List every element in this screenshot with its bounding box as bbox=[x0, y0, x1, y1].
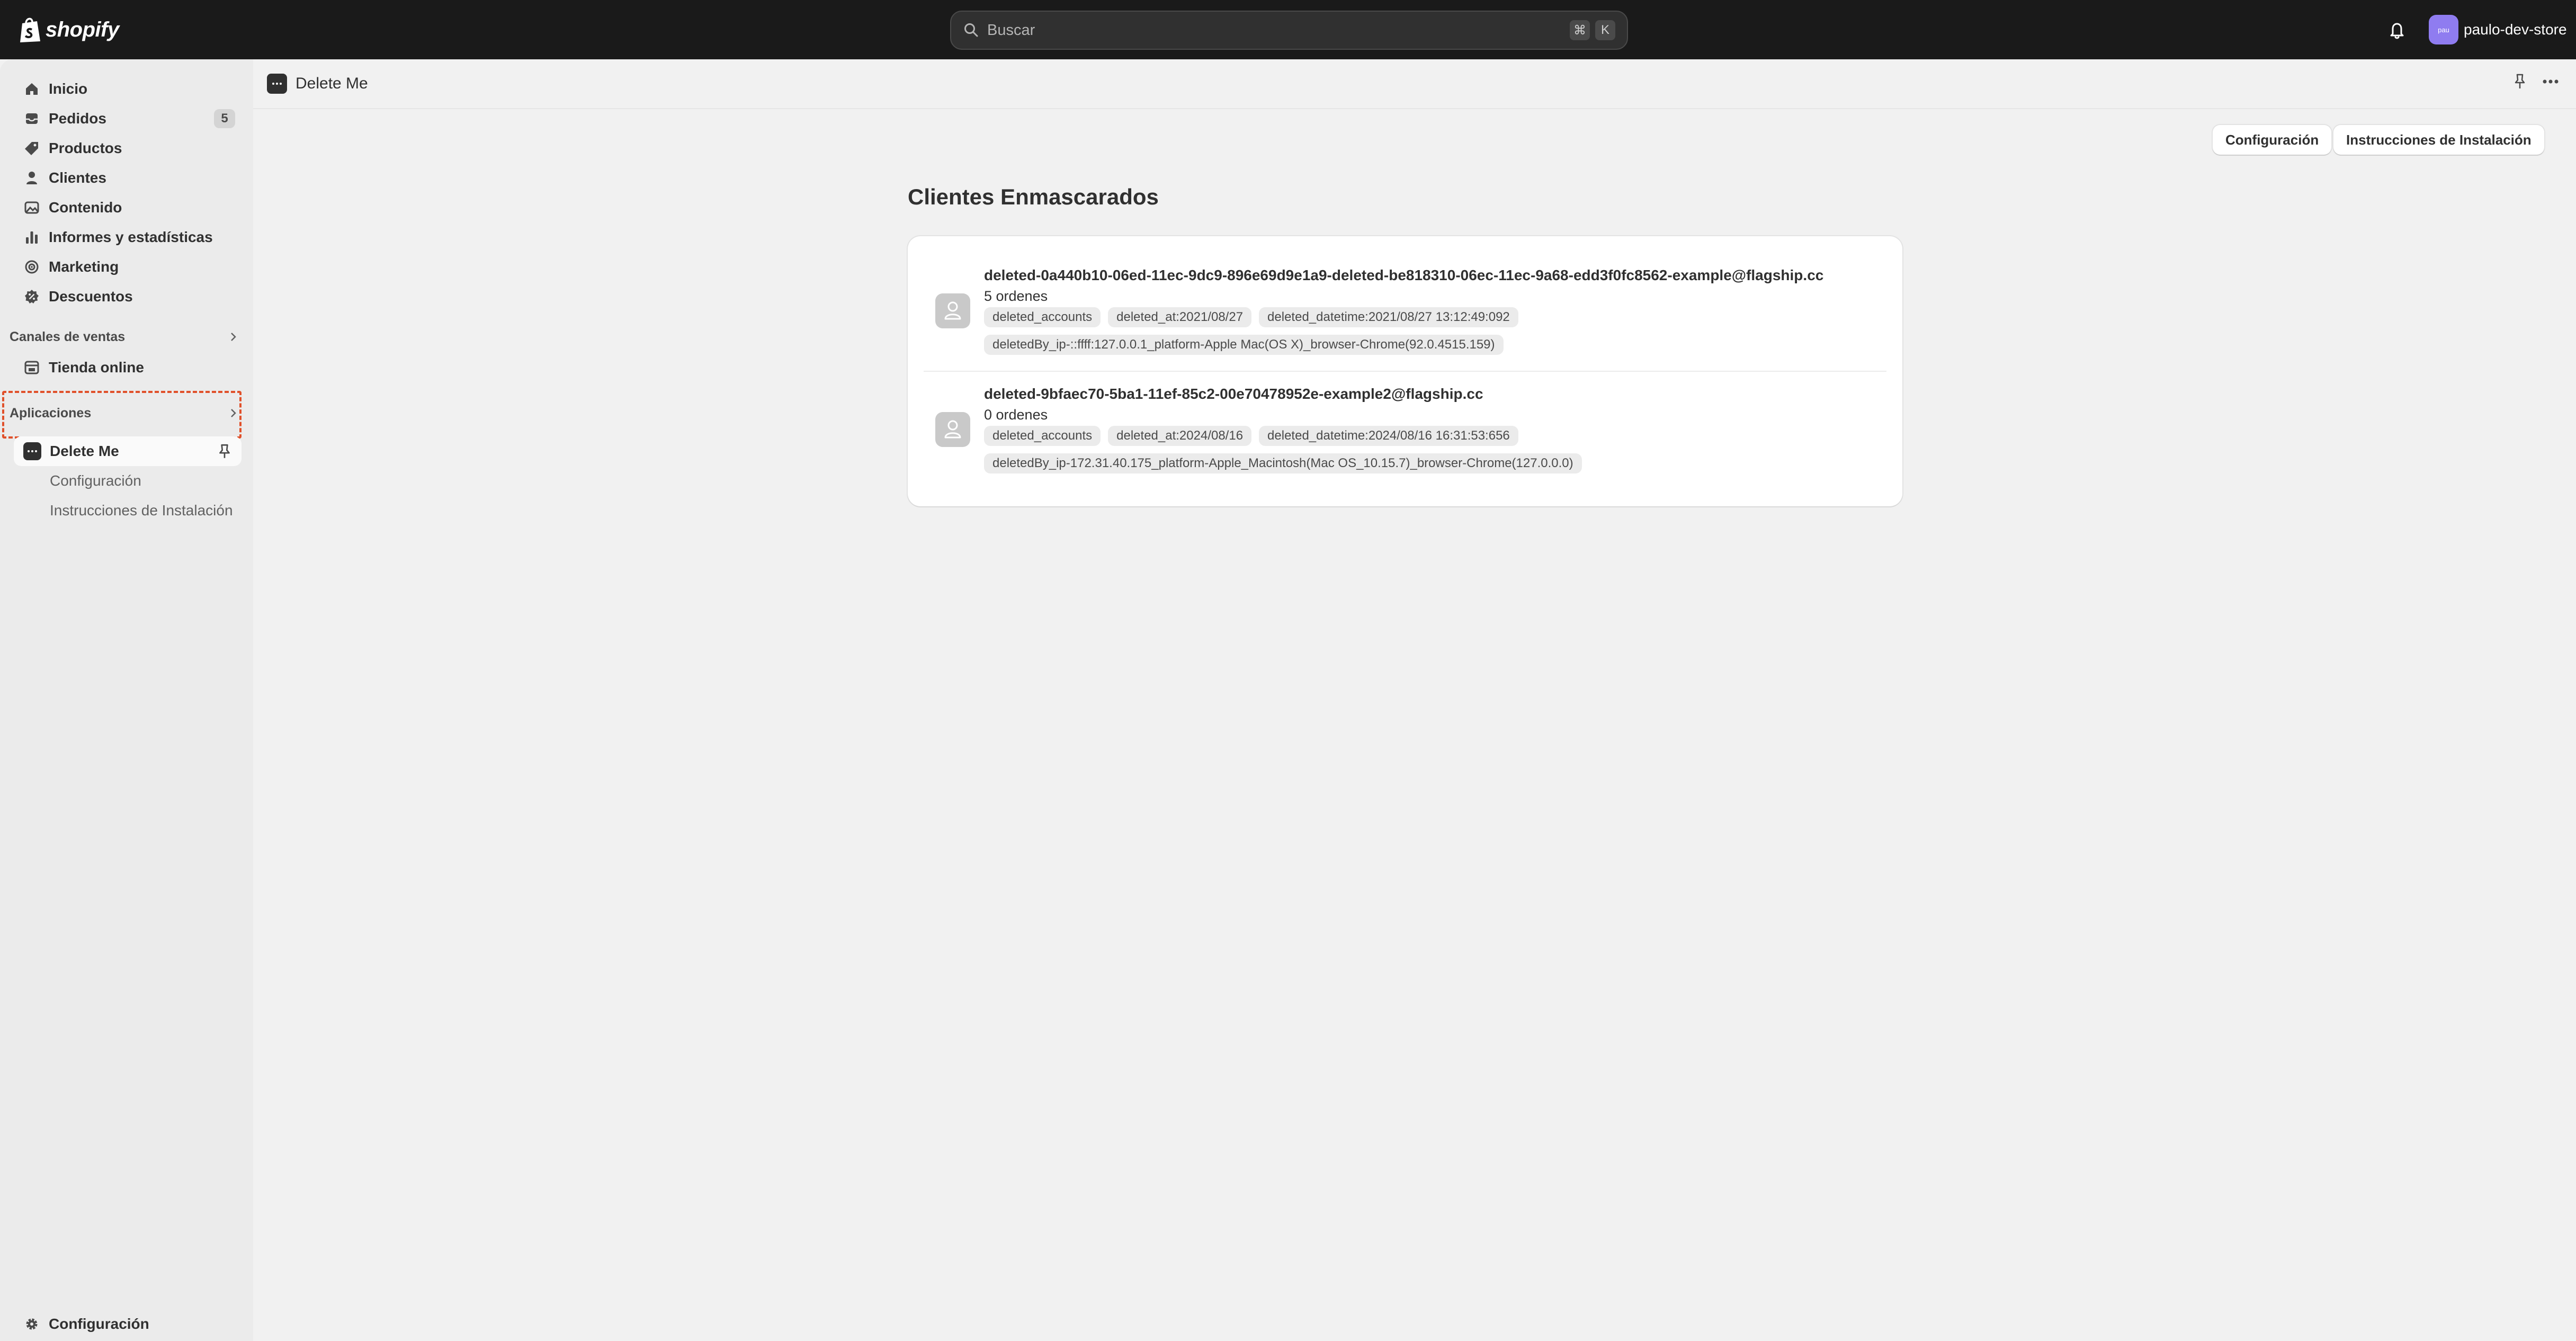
main-content: Delete Me Configuración Instrucciones de… bbox=[253, 59, 2576, 1341]
app-title: Delete Me bbox=[296, 75, 368, 92]
tag-row: deleted_accounts deleted_at:2021/08/27 d… bbox=[984, 307, 1518, 327]
person-outline-icon bbox=[944, 420, 961, 439]
header-divider bbox=[253, 108, 2576, 109]
chevron-right-icon bbox=[231, 409, 236, 417]
sidebar-subitem-configuracion[interactable]: Configuración bbox=[50, 466, 141, 496]
sidebar-item-label: Clientes bbox=[49, 169, 106, 186]
tag: deleted_at:2021/08/27 bbox=[1108, 307, 1252, 327]
shortcut-key-k: K bbox=[1595, 20, 1615, 40]
shopify-logo[interactable]: shopify bbox=[18, 15, 119, 44]
sidebar-item-label: Pedidos bbox=[49, 110, 106, 127]
sidebar-subitem-instrucciones[interactable]: Instrucciones de Instalación bbox=[50, 496, 233, 525]
chevron-right-icon bbox=[231, 333, 236, 341]
sidebar-item-informes[interactable]: Informes y estadísticas bbox=[14, 222, 241, 252]
product-tag-icon bbox=[25, 142, 38, 155]
sidebar-item-label: Productos bbox=[49, 140, 122, 156]
pin-icon[interactable] bbox=[2511, 72, 2528, 91]
sidebar-item-inicio[interactable]: Inicio bbox=[14, 74, 241, 104]
store-name: paulo-dev-store bbox=[2464, 21, 2567, 38]
more-horizontal-icon[interactable] bbox=[2540, 72, 2561, 91]
pin-icon[interactable] bbox=[216, 443, 233, 460]
shopify-bag-icon bbox=[20, 17, 40, 42]
admin-shell: Inicio Pedidos 5 Productos Clientes Cont… bbox=[0, 59, 2576, 1341]
sidebar-item-marketing[interactable]: Marketing bbox=[14, 252, 241, 282]
gear-icon bbox=[26, 1318, 38, 1330]
sidebar-item-clientes[interactable]: Clientes bbox=[14, 163, 241, 193]
sidebar-item-label: Configuración bbox=[49, 1316, 149, 1332]
person-icon bbox=[26, 172, 37, 184]
apps-heading[interactable]: Aplicaciones bbox=[10, 400, 243, 426]
store-menu[interactable]: pau paulo-dev-store bbox=[2429, 15, 2567, 44]
sidebar-item-configuracion[interactable]: Configuración bbox=[14, 1309, 241, 1339]
home-icon bbox=[26, 83, 38, 95]
search-input[interactable] bbox=[987, 14, 1564, 46]
sidebar-item-productos[interactable]: Productos bbox=[14, 133, 241, 163]
avatar bbox=[935, 293, 970, 328]
sidebar-item-label: Informes y estadísticas bbox=[49, 229, 213, 245]
app-dots-icon bbox=[267, 74, 287, 94]
tag-row: deletedBy_ip-172.31.40.175_platform-Appl… bbox=[984, 453, 1582, 473]
app-dots-icon bbox=[23, 442, 41, 460]
search-bar[interactable]: ⌘ K bbox=[950, 11, 1628, 50]
sidebar-item-label: Descuentos bbox=[49, 288, 133, 305]
sidebar-item-label: Inicio bbox=[49, 81, 88, 97]
search-icon bbox=[964, 23, 978, 37]
tag: deletedBy_ip-172.31.40.175_platform-Appl… bbox=[984, 453, 1582, 473]
top-bar: shopify ⌘ K pau paulo-dev-store bbox=[0, 0, 2576, 59]
tag: deleted_datetime:2024/08/16 16:31:53:656 bbox=[1259, 426, 1518, 446]
sidebar-item-pedidos[interactable]: Pedidos 5 bbox=[14, 104, 241, 133]
configuracion-button[interactable]: Configuración bbox=[2213, 125, 2332, 155]
sidebar-item-contenido[interactable]: Contenido bbox=[14, 193, 241, 222]
section-heading-label: Aplicaciones bbox=[10, 405, 92, 421]
brand-name: shopify bbox=[46, 17, 119, 41]
image-content-icon bbox=[24, 201, 39, 214]
tag: deleted_at:2024/08/16 bbox=[1108, 426, 1252, 446]
bar-chart-icon bbox=[26, 231, 38, 244]
sidebar-item-label: Tienda online bbox=[49, 359, 144, 376]
tag: deleted_accounts bbox=[984, 426, 1101, 446]
masked-customers-card: deleted-0a440b10-06ed-11ec-9dc9-896e69d9… bbox=[908, 236, 1902, 506]
bell-icon[interactable] bbox=[2386, 19, 2408, 40]
customer-email: deleted-0a440b10-06ed-11ec-9dc9-896e69d9… bbox=[984, 267, 1824, 283]
sidebar-item-descuentos[interactable]: Descuentos bbox=[14, 282, 241, 311]
tag-row: deletedBy_ip-::ffff:127.0.0.1_platform-A… bbox=[984, 335, 1504, 355]
shortcut-key-cmd: ⌘ bbox=[1570, 20, 1590, 40]
app-title-bar: Delete Me bbox=[267, 71, 368, 96]
customer-orders: 0 ordenes bbox=[984, 407, 1048, 423]
row-divider bbox=[924, 371, 1886, 372]
sidebar-item-tienda-online[interactable]: Tienda online bbox=[14, 353, 241, 382]
section-heading-label: Canales de ventas bbox=[10, 329, 126, 344]
target-icon bbox=[25, 260, 39, 274]
customer-orders: 5 ordenes bbox=[984, 288, 1048, 304]
sales-channels-heading[interactable]: Canales de ventas bbox=[10, 324, 243, 350]
tag: deleted_datetime:2021/08/27 13:12:49:092 bbox=[1259, 307, 1518, 327]
page-title: Clientes Enmascarados bbox=[908, 184, 1159, 209]
discount-icon bbox=[25, 290, 39, 303]
orders-inbox-icon bbox=[26, 113, 38, 124]
tag: deleted_accounts bbox=[984, 307, 1101, 327]
customer-email: deleted-9bfaec70-5ba1-11ef-85c2-00e70478… bbox=[984, 386, 1483, 402]
person-outline-icon bbox=[944, 301, 961, 320]
instrucciones-button[interactable]: Instrucciones de Instalación bbox=[2333, 125, 2544, 155]
store-avatar: pau bbox=[2429, 15, 2458, 44]
sidebar-item-label: Delete Me bbox=[50, 443, 119, 459]
avatar bbox=[935, 412, 970, 447]
tag-row: deleted_accounts deleted_at:2024/08/16 d… bbox=[984, 426, 1518, 446]
tag: deletedBy_ip-::ffff:127.0.0.1_platform-A… bbox=[984, 335, 1504, 355]
sidebar-item-label: Contenido bbox=[49, 199, 122, 216]
store-icon bbox=[24, 361, 39, 374]
sidebar-item-delete-me[interactable]: Delete Me bbox=[14, 436, 241, 466]
sidebar-item-label: Marketing bbox=[49, 258, 119, 275]
orders-count-badge: 5 bbox=[214, 109, 235, 128]
sidebar: Inicio Pedidos 5 Productos Clientes Cont… bbox=[0, 59, 253, 1341]
